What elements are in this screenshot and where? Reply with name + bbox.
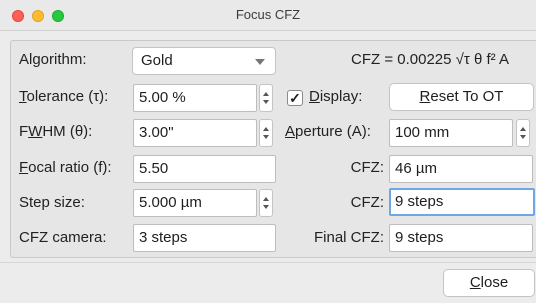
step-size-label: Step size: (19, 194, 85, 211)
aperture-label: Aperture (A): (285, 123, 371, 140)
reset-to-ot-button[interactable]: Reset To OT (389, 83, 534, 111)
cfz-camera-label: CFZ camera: (19, 229, 107, 246)
stepper-up-icon[interactable] (520, 127, 526, 131)
cfz-um-label: CFZ: (350, 159, 384, 176)
step-size-field[interactable]: 5.000 µm (133, 189, 257, 217)
fwhm-stepper[interactable] (259, 119, 273, 147)
fwhm-label: FWHM (θ): (19, 123, 93, 140)
final-cfz-label: Final CFZ: (313, 229, 384, 246)
cfz-um-field: 46 µm (389, 155, 533, 183)
cfz-formula: CFZ = 0.00225 √τ θ f² A (351, 51, 509, 68)
focal-ratio-label: Focal ratio (f): (19, 159, 112, 176)
final-cfz-field: 9 steps (389, 224, 533, 252)
stepper-down-icon[interactable] (263, 100, 269, 104)
window-title: Focus CFZ (235, 7, 301, 22)
cfz-camera-field: 3 steps (133, 224, 276, 252)
stepper-down-icon[interactable] (263, 205, 269, 209)
title-bar: Focus CFZ (0, 0, 536, 31)
focal-ratio-field[interactable]: 5.50 (133, 155, 276, 183)
step-size-stepper[interactable] (259, 189, 273, 217)
display-checkbox[interactable]: ✓ (287, 90, 303, 106)
aperture-field[interactable]: 100 mm (389, 119, 513, 147)
tolerance-stepper[interactable] (259, 84, 273, 112)
fwhm-field[interactable]: 3.00" (133, 119, 257, 147)
cfz-steps-field[interactable]: 9 steps (389, 188, 535, 216)
tolerance-field[interactable]: 5.00 % (133, 84, 257, 112)
tolerance-label: Tolerance (τ): (19, 88, 109, 105)
chevron-down-icon (255, 59, 265, 65)
algorithm-label: Algorithm: (19, 51, 87, 68)
aperture-stepper[interactable] (516, 119, 530, 147)
stepper-up-icon[interactable] (263, 127, 269, 131)
stepper-down-icon[interactable] (263, 135, 269, 139)
stepper-down-icon[interactable] (520, 135, 526, 139)
stepper-up-icon[interactable] (263, 92, 269, 96)
divider (0, 262, 536, 263)
close-button[interactable]: Close (443, 269, 535, 297)
display-label: Display: (309, 88, 363, 105)
algorithm-select[interactable]: Gold (132, 47, 276, 75)
cfz-steps-label: CFZ: (350, 194, 384, 211)
stepper-up-icon[interactable] (263, 197, 269, 201)
algorithm-value: Gold (141, 52, 173, 69)
